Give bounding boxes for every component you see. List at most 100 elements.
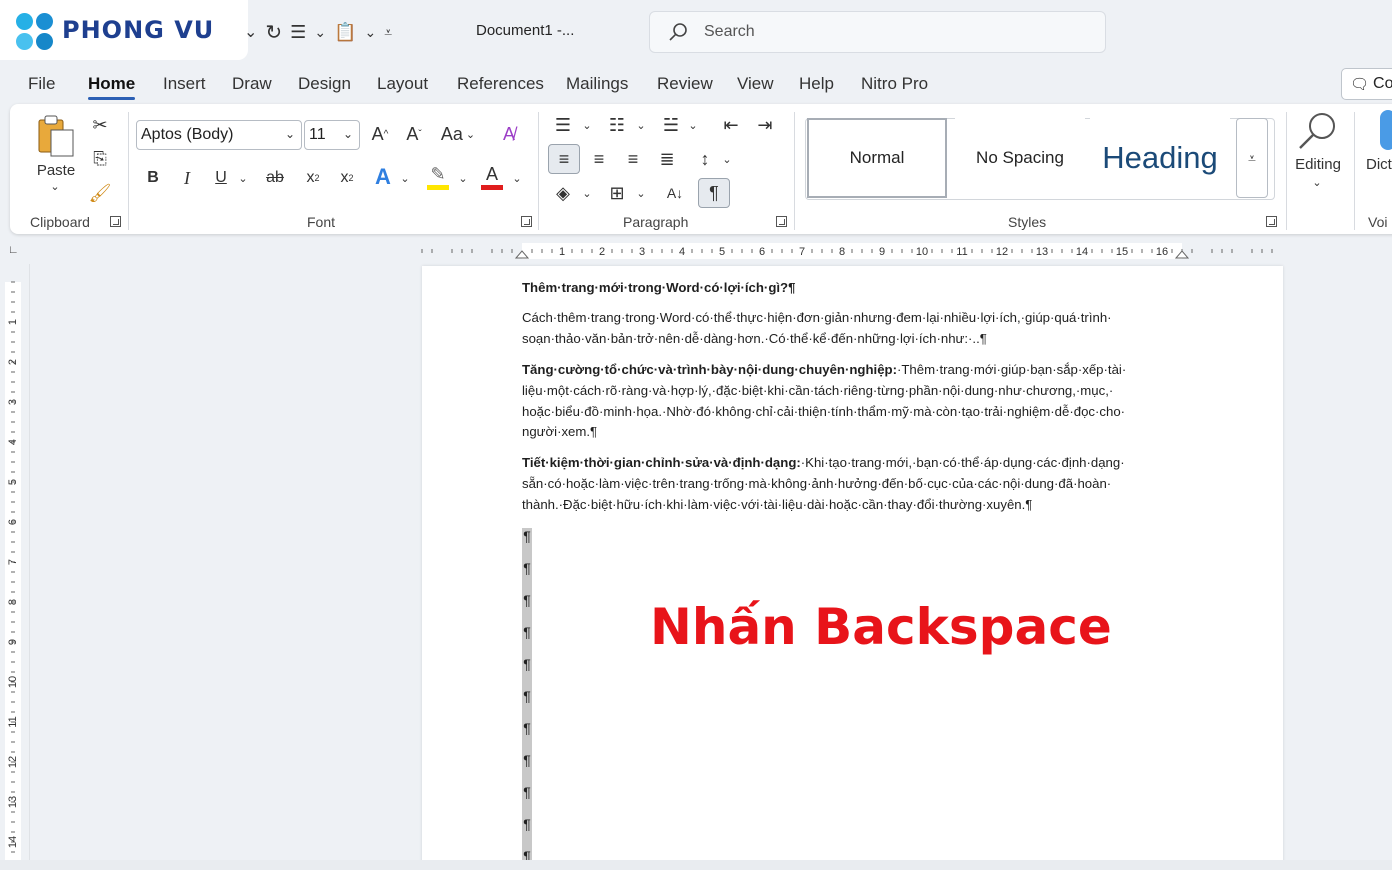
style-no-spacing[interactable]: No Spacing <box>955 118 1085 198</box>
horizontal-ruler[interactable]: 1 2 3 4 5 6 7 8 9 10 11 12 13 14 15 16 <box>0 238 1392 264</box>
highlight-dropdown-icon[interactable]: ⌄ <box>456 164 470 192</box>
vertical-ruler[interactable]: 1 2 3 4 5 6 7 8 9 10 11 12 13 14 <box>0 264 30 870</box>
grow-font-icon[interactable]: A ^ <box>368 120 392 148</box>
font-launcher-icon[interactable] <box>521 216 532 227</box>
paste-dropdown-icon[interactable]: ⌄ <box>48 180 62 193</box>
editing-button[interactable]: Editing <box>1288 156 1348 173</box>
decrease-indent-icon[interactable]: ⇤ <box>718 112 744 138</box>
numbering-icon[interactable]: ☷ <box>604 112 630 138</box>
ruler-number: 6 <box>7 519 19 525</box>
style-heading[interactable]: Heading <box>1090 118 1230 198</box>
text-effects-icon[interactable]: A <box>370 162 396 192</box>
voice-group-label: Voi <box>1368 214 1388 230</box>
format-painter-icon[interactable]: 🖌 <box>88 180 112 206</box>
superscript-icon[interactable]: x2 <box>336 164 358 192</box>
shading-dropdown-icon[interactable]: ⌄ <box>580 178 594 208</box>
search-icon <box>669 23 687 41</box>
clear-formatting-icon[interactable]: A̸ <box>496 120 522 148</box>
tab-design[interactable]: Design <box>298 74 351 94</box>
change-case-button[interactable]: Aa ⌄ <box>438 120 478 148</box>
style-normal[interactable]: Normal <box>807 118 947 198</box>
bullets-dropdown-icon[interactable]: ⌄ <box>314 24 326 41</box>
highlight-color-icon[interactable]: ✎ <box>424 162 452 192</box>
dictate-button[interactable]: Dict <box>1366 156 1392 173</box>
line-spacing-icon[interactable]: ↕ <box>692 144 718 174</box>
align-center-icon[interactable]: ≡ <box>586 144 612 174</box>
font-color-icon[interactable]: A <box>478 162 506 192</box>
borders-dropdown-icon[interactable]: ⌄ <box>634 178 648 208</box>
clipboard-launcher-icon[interactable] <box>110 216 121 227</box>
redo-icon[interactable]: ↻ <box>265 20 282 45</box>
font-color-dropdown-icon[interactable]: ⌄ <box>510 164 524 192</box>
undo-dropdown-icon[interactable]: ⌄ <box>244 22 257 42</box>
subscript-icon[interactable]: x2 <box>302 164 324 192</box>
multilevel-list-icon[interactable]: ☱ <box>658 112 684 138</box>
styles-launcher-icon[interactable] <box>1266 216 1277 227</box>
bullets-quick-icon[interactable]: ☰ <box>290 22 306 43</box>
comments-button[interactable]: 🗨 Cor <box>1341 68 1392 100</box>
underline-dropdown-icon[interactable]: ⌄ <box>236 164 250 192</box>
tab-file[interactable]: File <box>28 74 55 94</box>
paragraph-launcher-icon[interactable] <box>776 216 787 227</box>
show-formatting-marks-icon[interactable]: ¶ <box>698 178 730 208</box>
tab-home[interactable]: Home <box>88 74 136 100</box>
justify-icon[interactable]: ≣ <box>654 144 680 174</box>
numbering-dropdown-icon[interactable]: ⌄ <box>634 112 648 138</box>
ruler-number: 3 <box>639 246 645 258</box>
multilevel-dropdown-icon[interactable]: ⌄ <box>686 112 700 138</box>
paragraph-2-bold: Tăng·cường·tổ·chức·và·trình·bày·nội·dung… <box>522 362 897 377</box>
line-spacing-dropdown-icon[interactable]: ⌄ <box>720 144 734 174</box>
tab-insert[interactable]: Insert <box>163 74 206 94</box>
strikethrough-button[interactable]: ab <box>262 164 288 192</box>
comment-icon: 🗨 <box>1350 76 1370 93</box>
editing-dropdown-icon[interactable]: ⌄ <box>1310 176 1324 189</box>
paste-icon[interactable] <box>36 114 76 158</box>
borders-icon[interactable]: ⊞ <box>604 178 630 208</box>
cut-icon[interactable]: ✂ <box>88 112 112 138</box>
increase-indent-icon[interactable]: ⇥ <box>752 112 778 138</box>
shading-icon[interactable]: ◈ <box>550 178 576 208</box>
ruler-number: 8 <box>7 599 19 605</box>
clipboard-quick-icon[interactable]: 📋 <box>334 22 356 43</box>
paragraph-3-bold: Tiết·kiệm·thời·gian·chỉnh·sửa·và·định·dạ… <box>522 455 801 470</box>
dictate-mic-icon[interactable] <box>1380 110 1392 150</box>
search-input[interactable]: Search <box>704 23 755 41</box>
bullets-icon[interactable]: ☰ <box>550 112 576 138</box>
tab-selector-icon[interactable]: ∟ <box>8 244 19 256</box>
bullets-dropdown-icon[interactable]: ⌄ <box>580 112 594 138</box>
clipboard-dropdown-icon[interactable]: ⌄ <box>364 24 376 41</box>
tab-draw[interactable]: Draw <box>232 74 272 94</box>
align-left-icon[interactable]: ≡ <box>548 144 580 174</box>
paste-button[interactable]: Paste <box>34 162 78 179</box>
tab-layout[interactable]: Layout <box>377 74 428 94</box>
ruler-number: 3 <box>7 399 19 405</box>
italic-button[interactable]: I <box>176 164 198 192</box>
ruler-number: 5 <box>7 479 19 485</box>
tab-nitro-pro[interactable]: Nitro Pro <box>861 74 928 94</box>
paragraph-1: Cách·thêm·trang·trong·Word·có·thể·thực·h… <box>522 310 1112 346</box>
tab-view[interactable]: View <box>737 74 774 94</box>
text-effects-dropdown-icon[interactable]: ⌄ <box>398 164 412 192</box>
shrink-font-icon[interactable]: Aˇ <box>402 120 426 148</box>
comments-label: Cor <box>1373 75 1392 92</box>
styles-more-icon[interactable]: ⩡ <box>1236 118 1268 198</box>
font-name-combo[interactable]: Aptos (Body) ⌄ <box>136 120 302 150</box>
tab-review[interactable]: Review <box>657 74 713 94</box>
font-size-combo[interactable]: 11 ⌄ <box>304 120 360 150</box>
tab-references[interactable]: References <box>457 74 544 94</box>
document-page[interactable]: Thêm·trang·mới·trong·Word·có·lợi·ích·gì?… <box>422 266 1283 870</box>
find-icon[interactable] <box>1296 110 1340 154</box>
search-box[interactable]: Search <box>649 11 1106 53</box>
sort-icon[interactable]: A↓ <box>662 178 688 208</box>
title-bar: PHONG VU ⌄ ↻ ☰ ⌄ 📋 ⌄ ⩡ Document1 -... Se… <box>0 0 1392 64</box>
ruler-number: 11 <box>956 246 967 258</box>
customize-qat-icon[interactable]: ⩡ <box>384 24 392 41</box>
align-right-icon[interactable]: ≡ <box>620 144 646 174</box>
ruler-number: 14 <box>7 836 19 848</box>
tab-mailings[interactable]: Mailings <box>566 74 628 94</box>
copy-icon[interactable]: ⎘ <box>88 146 112 172</box>
underline-button[interactable]: U <box>210 164 232 192</box>
bold-button[interactable]: B <box>142 164 164 192</box>
tab-help[interactable]: Help <box>799 74 834 94</box>
ruler-number: 6 <box>759 246 765 258</box>
